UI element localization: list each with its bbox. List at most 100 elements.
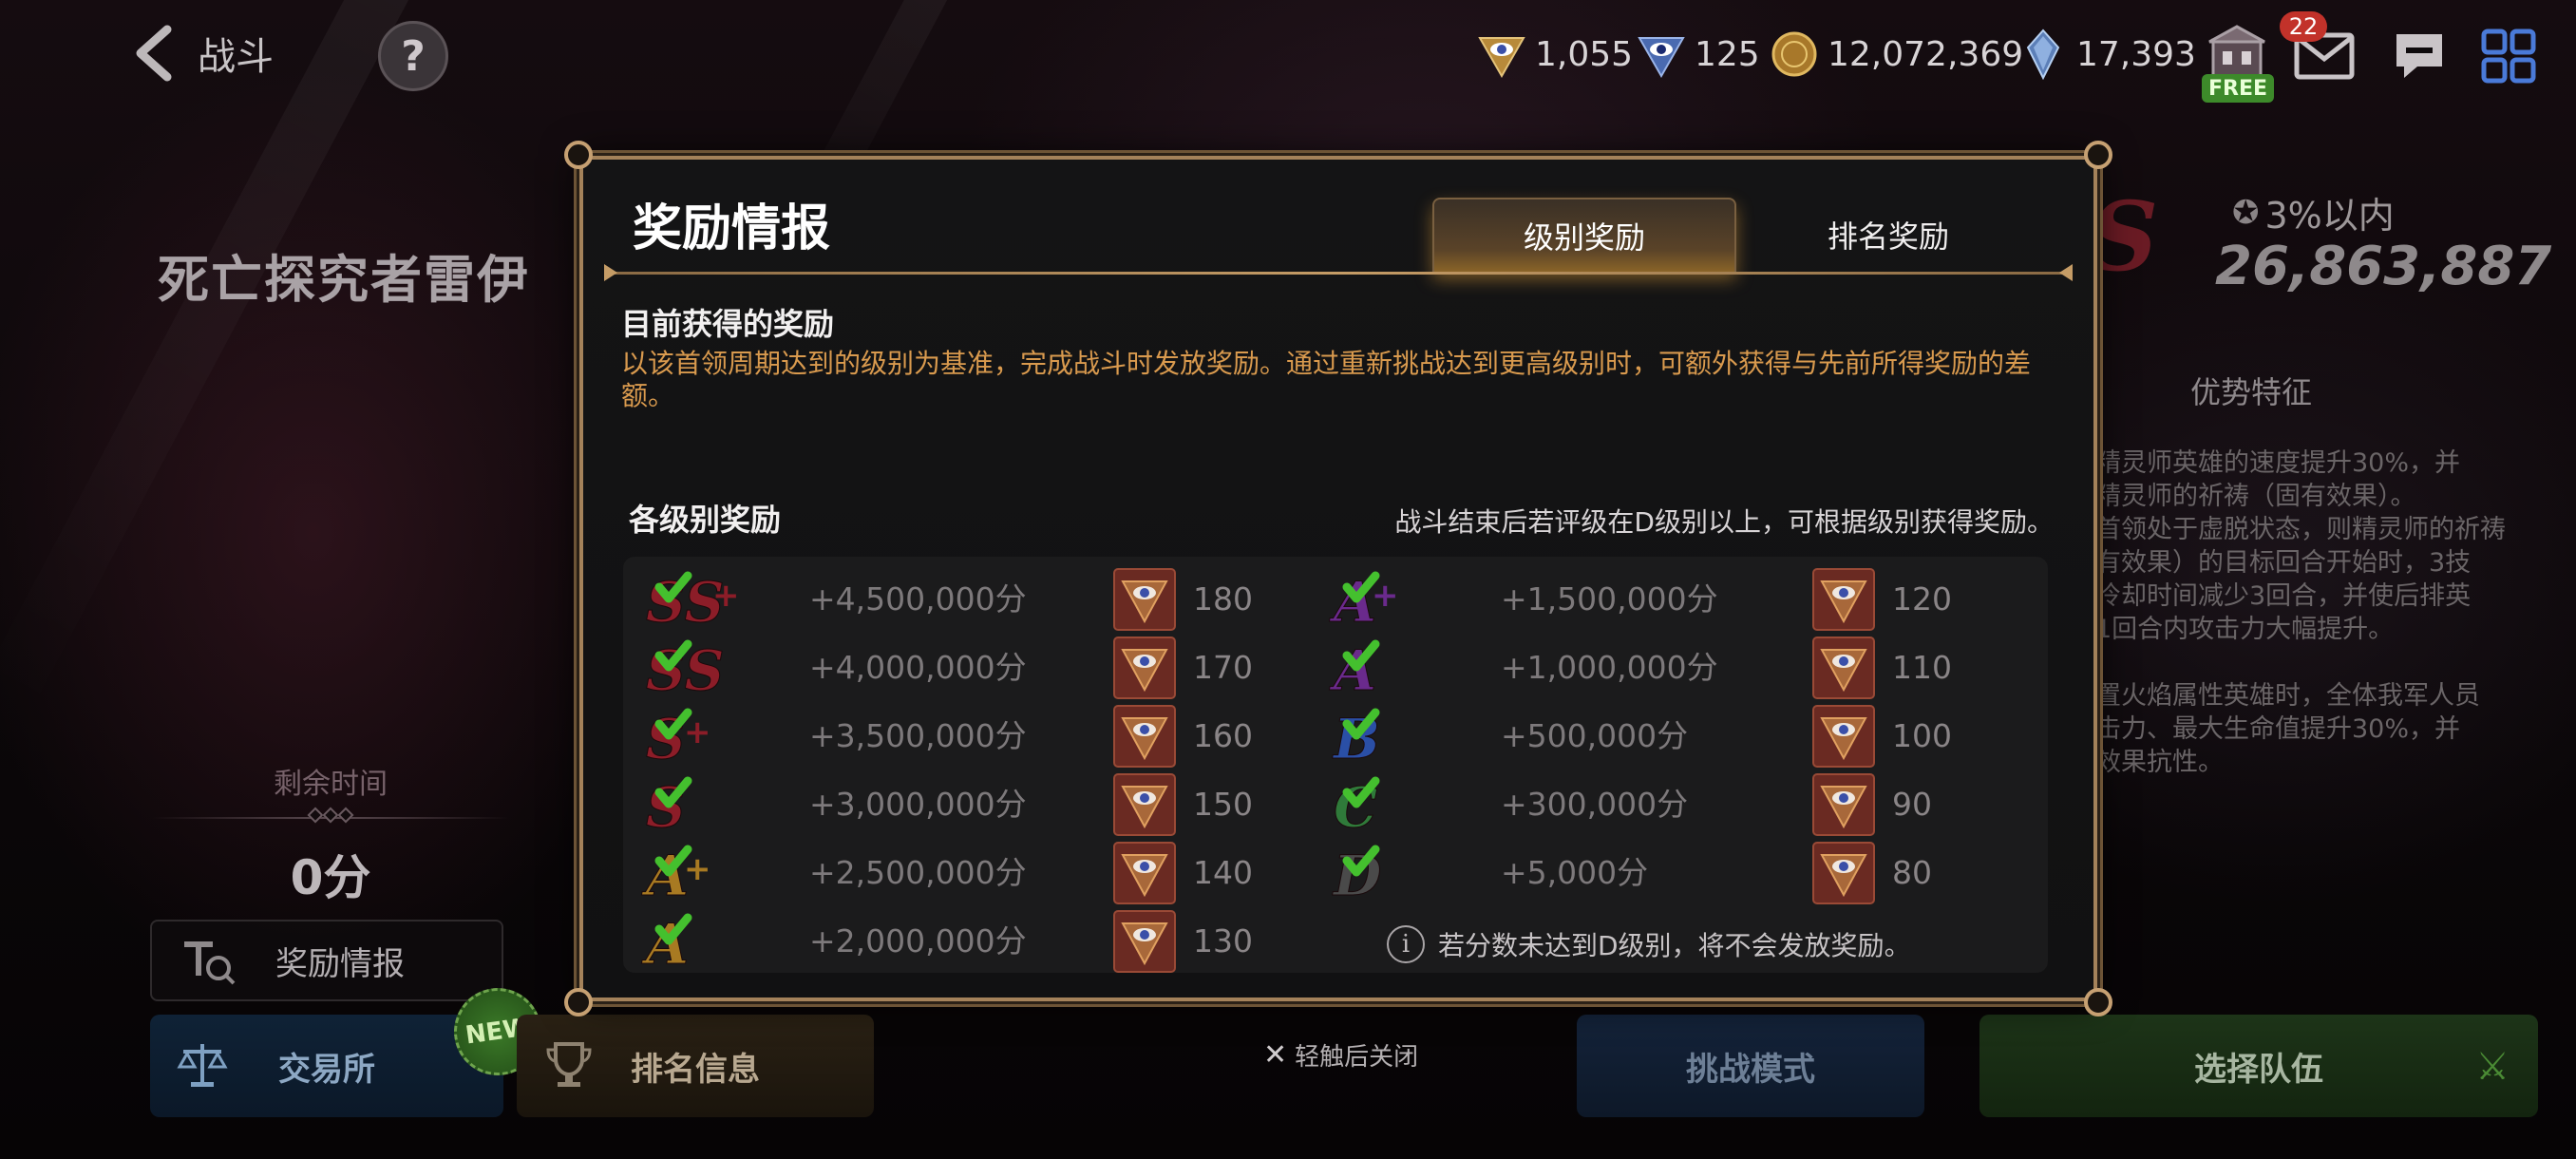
reward-search-icon — [171, 922, 247, 998]
medal-icon: ✪ — [2232, 193, 2260, 232]
resource-ticket-blue: 125 — [1636, 25, 1760, 84]
close-icon: ✕ — [1263, 1038, 1288, 1072]
svg-text:+: + — [684, 713, 711, 751]
resource-value: 12,072,369 — [1828, 34, 2024, 74]
reward-ticket-icon — [1812, 568, 1875, 631]
resource-ticket-gold: 1,055 — [1476, 25, 1633, 84]
advantage-text: 精灵师英雄的速度提升30%，并 精灵师的祈祷（固有效果）。 首领处于虚脱状态，则… — [2095, 448, 2506, 777]
chevron-left-icon — [136, 25, 172, 82]
frame-corner — [2084, 141, 2112, 169]
tab-ranking-reward[interactable]: 排名奖励 — [1736, 198, 2040, 272]
current-reward-text: 以该首领周期达到的级别为基准，完成战斗时发放奖励。通过重新挑战达到更高级别时，可… — [621, 348, 2032, 411]
score-threshold: +300,000分 — [1501, 786, 1689, 823]
svg-text:+: + — [1372, 577, 1399, 615]
rank-badge-icon: A + — [1326, 566, 1446, 636]
level-rewards-title: 各级别奖励 — [629, 502, 782, 538]
reward-ticket-icon — [1812, 636, 1875, 699]
rank-emblem-icon: S — [2090, 180, 2159, 293]
no-reward-note: i 若分数未达到D级别，将不会发放奖励。 — [1387, 925, 1911, 963]
crystal-icon — [2017, 28, 2069, 80]
reward-ticket-icon — [1812, 773, 1875, 836]
chat-button[interactable] — [2382, 19, 2456, 93]
remaining-time-value: 0分 — [290, 850, 371, 905]
challenge-mode-label: 挑战模式 — [1686, 1050, 1815, 1089]
score-threshold: +5,000分 — [1501, 854, 1649, 891]
select-team-button[interactable]: 选择队伍 ⚔ — [1979, 1015, 2538, 1117]
reward-amount: 150 — [1193, 786, 1253, 823]
resource-gold: 12,072,369 — [1769, 25, 2023, 84]
challenge-mode-button[interactable]: 挑战模式 — [1577, 1015, 1924, 1117]
rank-badge-icon: S — [638, 771, 758, 841]
score-threshold: +500,000分 — [1501, 717, 1689, 754]
ticket-eye-blue-icon — [1636, 28, 1687, 80]
reward-amount: 100 — [1892, 717, 1952, 754]
modal-title: 奖励情报 — [633, 200, 831, 257]
reward-info-label: 奖励情报 — [275, 944, 405, 983]
reward-ticket-icon — [1113, 910, 1176, 973]
exchange-button[interactable]: 交易所 — [150, 1015, 503, 1117]
score-threshold: +3,000,000分 — [809, 786, 1027, 823]
tab-level-reward[interactable]: 级别奖励 — [1432, 198, 1736, 272]
reward-amount: 130 — [1193, 922, 1253, 960]
rank-badge-icon: SS — [638, 635, 758, 704]
reward-ticket-icon — [1812, 705, 1875, 768]
menu-button[interactable] — [2472, 19, 2546, 93]
trophy-icon — [538, 1034, 600, 1096]
frame-corner — [2084, 988, 2112, 1016]
top-bar: 战斗 ? 1,055 125 12,072,369 17,393 FREE 22 — [0, 0, 2576, 104]
rank-badge-icon: S + — [638, 703, 758, 772]
frame-corner — [564, 141, 593, 169]
score-threshold: +1,000,000分 — [1501, 649, 1718, 686]
frame-corner — [564, 988, 593, 1016]
reward-ticket-icon — [1113, 568, 1176, 631]
reward-table: i 若分数未达到D级别，将不会发放奖励。 SS + +4,500,000分 180 SS… — [623, 557, 2048, 978]
ticket-eye-gold-icon — [1476, 28, 1527, 80]
reward-ticket-icon — [1113, 705, 1176, 768]
resource-value: 125 — [1695, 34, 1760, 74]
score-threshold: +4,000,000分 — [809, 649, 1027, 686]
ranking-info-label: 排名信息 — [631, 1050, 760, 1089]
divider-ornament — [306, 807, 355, 825]
select-team-label: 选择队伍 — [2194, 1050, 2323, 1089]
score-threshold: +3,500,000分 — [809, 717, 1027, 754]
exchange-label: 交易所 — [278, 1050, 375, 1089]
reward-amount: 110 — [1892, 649, 1952, 686]
rank-badge-icon: A — [1326, 635, 1446, 704]
title-divider — [604, 264, 2073, 281]
scales-icon — [171, 1034, 234, 1096]
ranking-info-button[interactable]: 排名信息 — [517, 1015, 874, 1117]
best-score: 26,863,887 — [2215, 236, 2552, 297]
reward-info-button[interactable]: 奖励情报 — [150, 920, 503, 1001]
close-hint-label: 轻触后关闭 — [1295, 1043, 1419, 1072]
resource-value: 1,055 — [1535, 34, 1634, 74]
reward-amount: 160 — [1193, 717, 1253, 754]
score-threshold: +4,500,000分 — [809, 580, 1027, 618]
reward-amount: 140 — [1193, 854, 1253, 891]
reward-ticket-icon — [1113, 842, 1176, 904]
reward-ticket-icon — [1113, 773, 1176, 836]
reward-amount: 80 — [1892, 854, 1932, 891]
reward-amount: 120 — [1892, 580, 1952, 618]
mail-count-badge: 22 — [2280, 11, 2327, 42]
rank-badge-icon: B — [1326, 703, 1446, 772]
boss-name: 死亡探究者雷伊 — [158, 250, 530, 310]
remaining-time-label: 剩余时间 — [274, 768, 388, 801]
rank-badge-icon: A + — [638, 840, 758, 909]
crossed-swords-icon: ⚔ — [2475, 1045, 2510, 1089]
resource-value: 17,393 — [2076, 34, 2196, 74]
chat-icon — [2396, 34, 2442, 78]
reward-ticket-icon — [1812, 842, 1875, 904]
rank-badge-icon: SS + — [638, 566, 758, 636]
info-icon: i — [1387, 925, 1425, 963]
reward-amount: 180 — [1193, 580, 1253, 618]
menu-grid-icon — [2481, 28, 2536, 84]
score-threshold: +2,500,000分 — [809, 854, 1027, 891]
back-button[interactable]: 战斗 — [131, 23, 321, 84]
advantage-title: 优势特征 — [2190, 374, 2313, 410]
help-button[interactable]: ? — [378, 21, 448, 91]
rank-badge-icon: C — [1326, 771, 1446, 841]
tap-to-close-hint[interactable]: ✕ 轻触后关闭 — [1263, 1037, 1418, 1073]
back-label: 战斗 — [198, 35, 274, 79]
rank-badge-icon: D — [1326, 840, 1446, 909]
reward-ticket-icon — [1113, 636, 1176, 699]
